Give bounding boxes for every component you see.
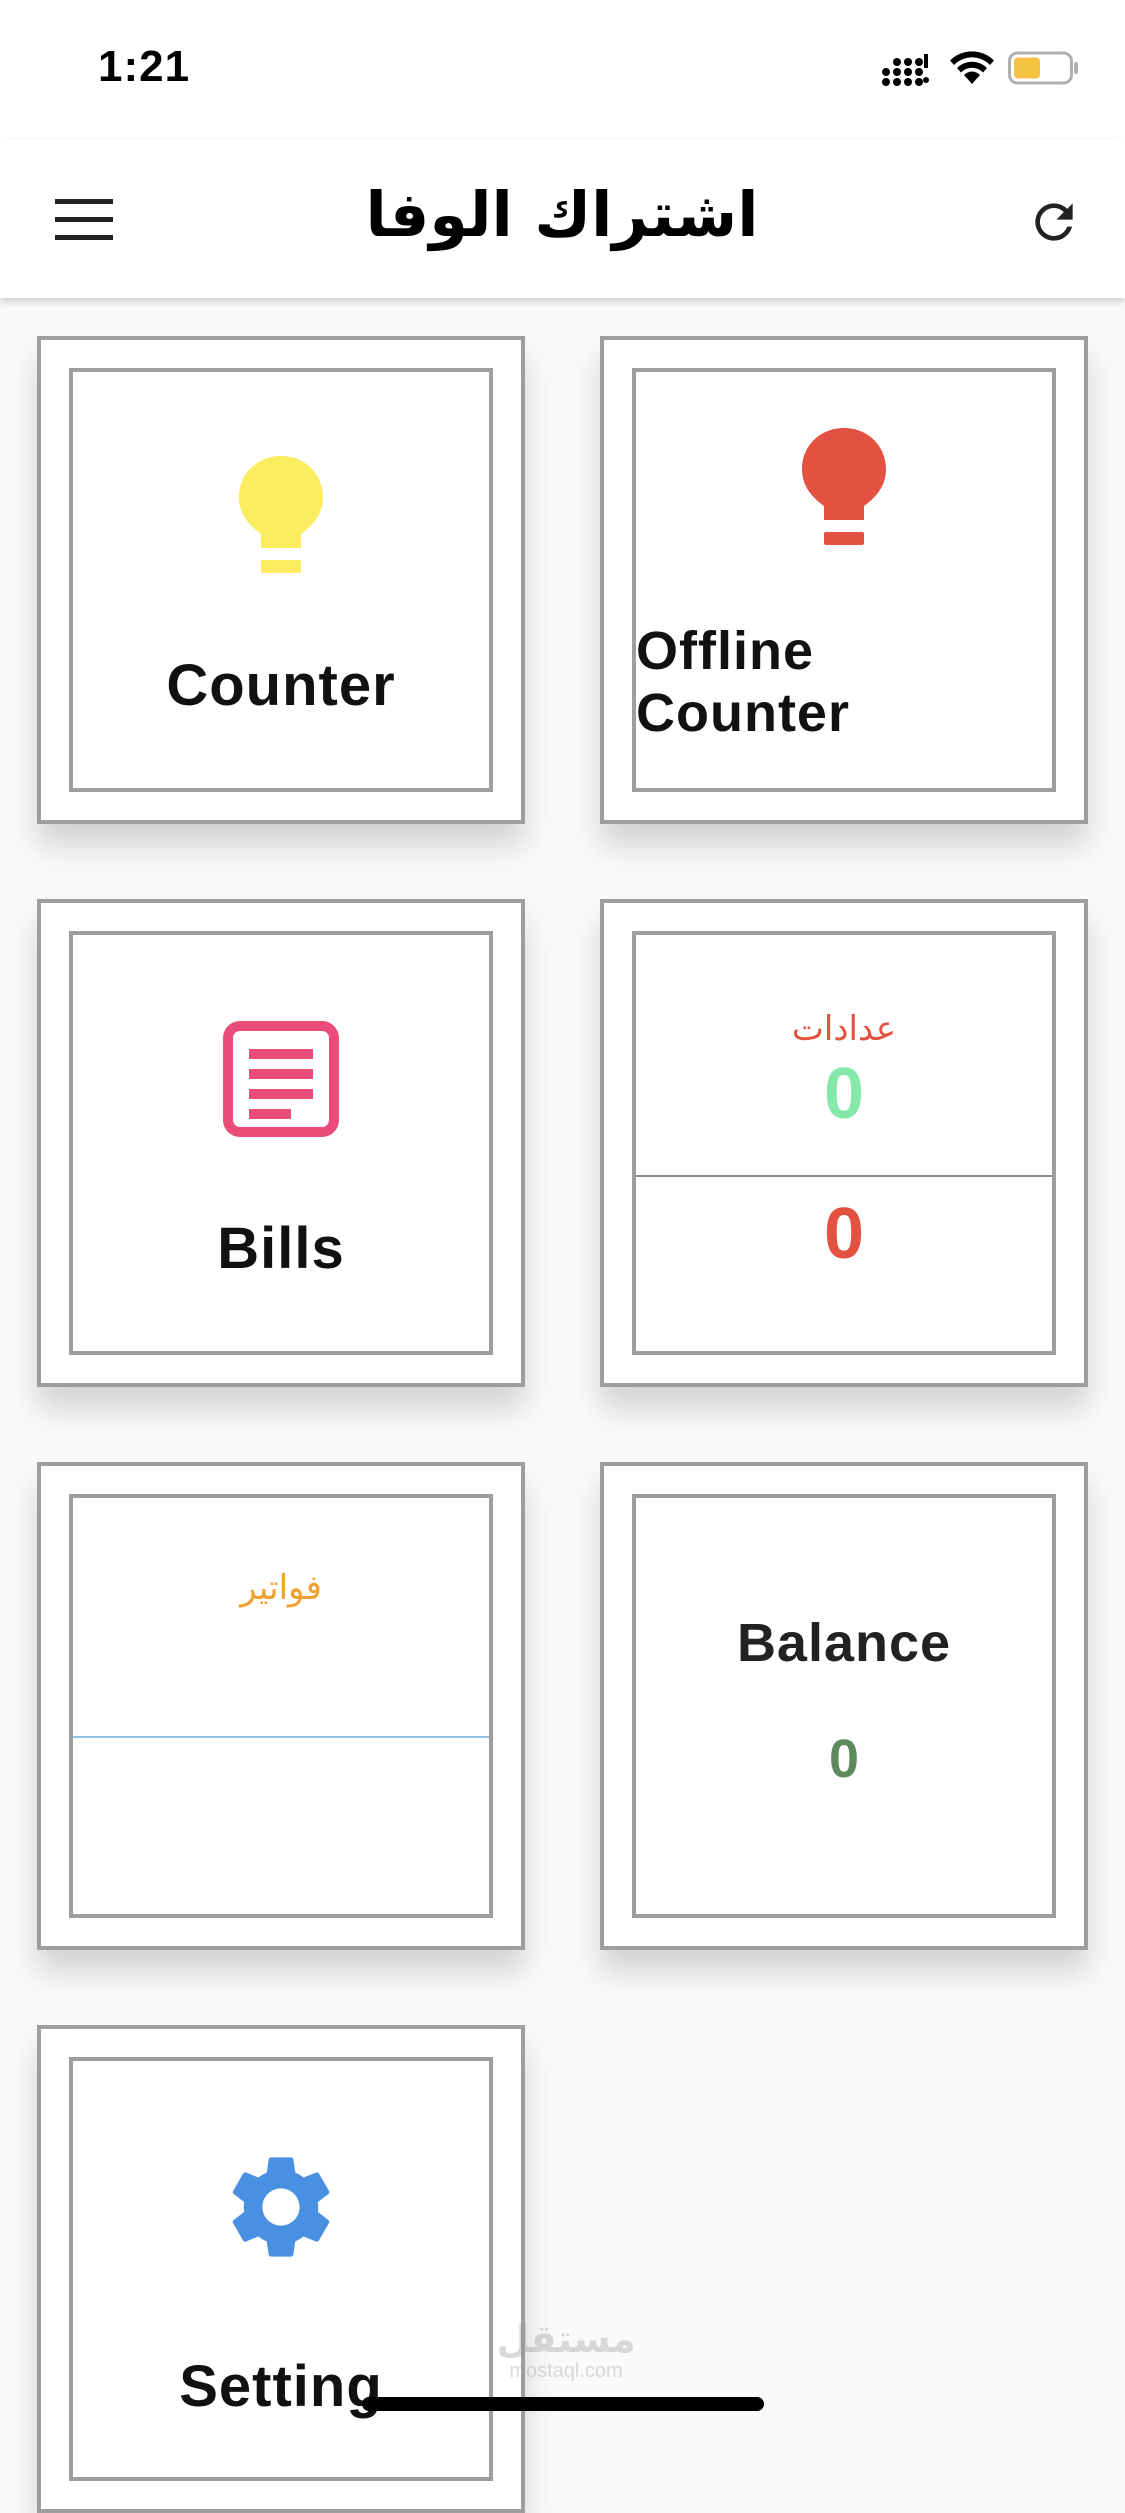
meters-stats-tile[interactable]: عدادات 0 0 [600, 899, 1088, 1387]
page-title: اشتراك الوفا [365, 178, 759, 251]
watermark-latin: mostaql.com [509, 2360, 623, 2382]
status-time: 1:21 [98, 42, 191, 91]
counter-tile-frame: Counter [69, 368, 493, 792]
counter-tile[interactable]: Counter [37, 336, 525, 824]
offline-counter-label-line2: Counter [636, 683, 850, 743]
invoices-divider [73, 1736, 489, 1738]
balance-value: 0 [828, 1729, 860, 1789]
app-bar: اشتراك الوفا [0, 140, 1125, 298]
offline-counter-tile[interactable]: Offline Counter [600, 336, 1088, 824]
counter-label: Counter [166, 653, 396, 718]
meters-stats-tile-frame: عدادات 0 0 [632, 931, 1056, 1355]
menu-button[interactable] [52, 190, 116, 250]
invoices-stats-tile-frame: فواتير [69, 1494, 493, 1918]
wifi-icon [950, 51, 994, 84]
refresh-button[interactable] [1020, 188, 1088, 256]
invoices-title: فواتير [240, 1568, 322, 1608]
receipt-icon [223, 1021, 339, 1137]
meters-divider [636, 1175, 1052, 1177]
cellular-signal-icon [882, 54, 929, 86]
bills-label: Bills [217, 1216, 345, 1281]
watermark-arabic: مستقل [496, 2317, 636, 2361]
bills-tile-frame: Bills [69, 931, 493, 1355]
meters-inactive-count: 0 [823, 1194, 865, 1274]
watermark-logo: مستقل mostaql.com [496, 2318, 636, 2382]
setting-tile-frame: Setting [69, 2057, 493, 2481]
refresh-icon [1035, 203, 1073, 241]
status-bar: 1:21 [0, 0, 1125, 140]
battery-icon [1008, 51, 1078, 85]
balance-label: Balance [736, 1613, 952, 1673]
setting-tile[interactable]: Setting [37, 2025, 525, 2513]
hamburger-menu-icon [55, 199, 113, 240]
lightbulb-icon [802, 428, 886, 545]
gear-icon [232, 2157, 330, 2257]
offline-counter-label-line1: Offline [636, 621, 814, 681]
meters-title: عدادات [791, 1009, 897, 1049]
balance-tile[interactable]: Balance 0 [600, 1462, 1088, 1950]
home-indicator[interactable] [362, 2397, 764, 2411]
invoices-stats-tile[interactable]: فواتير [37, 1462, 525, 1950]
offline-counter-tile-frame: Offline Counter [632, 368, 1056, 792]
meters-active-count: 0 [823, 1054, 865, 1134]
balance-tile-frame: Balance 0 [632, 1494, 1056, 1918]
bills-tile[interactable]: Bills [37, 899, 525, 1387]
lightbulb-icon [239, 456, 323, 573]
